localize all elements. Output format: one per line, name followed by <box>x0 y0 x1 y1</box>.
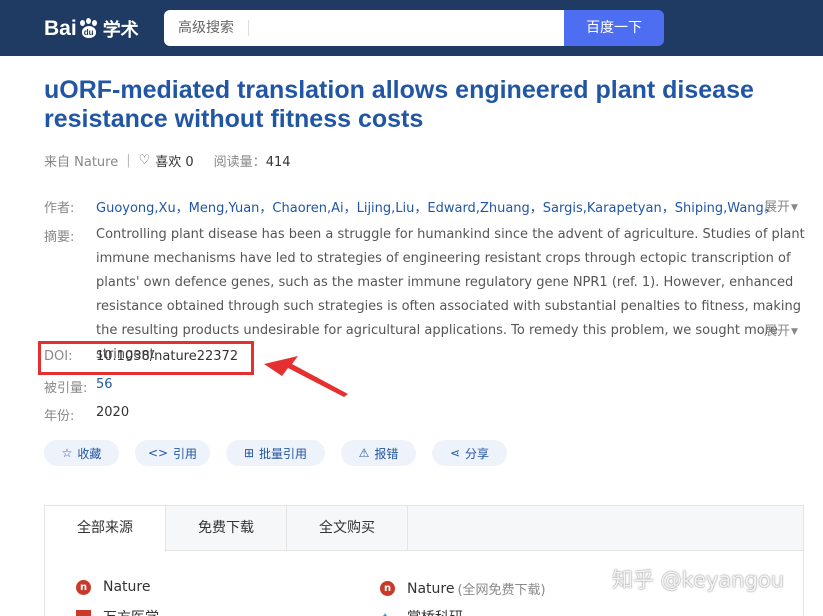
search-button[interactable]: 百度一下 <box>564 10 664 46</box>
search-input[interactable] <box>256 14 556 42</box>
source-item-wanfang[interactable]: 万方医学 <box>76 607 159 616</box>
source-name: Nature <box>103 579 151 595</box>
source-name: 万方医学 <box>103 607 159 616</box>
doi-highlight-box <box>38 341 254 375</box>
share-button[interactable]: ⋖ 分享 <box>432 440 507 466</box>
sources-panel: 全部来源 免费下载 全文购买 n Nature n Nature (全网免费下载… <box>44 505 804 616</box>
year-value: 2020 <box>96 405 130 420</box>
star-icon: ☆ <box>61 446 73 460</box>
paper-meta: 来自 Nature | ♡ 喜欢 0 阅读量：414 <box>44 150 291 170</box>
baidu-scholar-logo[interactable]: Bai du 学术 <box>44 14 139 44</box>
authors-expand-button[interactable]: 展开▼ <box>764 196 798 215</box>
tab-all-sources[interactable]: 全部来源 <box>45 506 166 552</box>
source-item-nature[interactable]: n Nature <box>76 579 150 595</box>
chevron-down-icon: ▼ <box>791 203 798 213</box>
search-divider <box>248 20 249 36</box>
abstract-expand-button[interactable]: 展开▼ <box>764 320 798 339</box>
code-icon: <> <box>147 446 169 460</box>
collect-label: 收藏 <box>77 446 102 461</box>
authors-label: 作者: <box>44 201 75 216</box>
logo-bai-text: Bai <box>44 17 77 40</box>
authors-expand-label: 展开 <box>764 200 791 215</box>
read-count: 阅读量：414 <box>214 151 291 170</box>
meta-divider: | <box>126 152 131 168</box>
authors-list[interactable]: Guoyong,Xu，Meng,Yuan，Chaoren,Ai，Lijing,L… <box>96 197 777 216</box>
tab-buy-fulltext[interactable]: 全文购买 <box>287 506 408 551</box>
heart-icon[interactable]: ♡ <box>139 153 151 168</box>
like-count[interactable]: 喜欢 0 <box>155 151 193 170</box>
read-count-label: 阅读量： <box>213 154 266 170</box>
source-note: (全网免费下载) <box>457 583 546 598</box>
nature-icon: n <box>76 579 91 595</box>
cite-label: 引用 <box>173 446 198 461</box>
year-label: 年份: <box>44 409 75 424</box>
report-label: 报错 <box>374 446 399 461</box>
source-name: 掌桥科研 <box>407 607 463 616</box>
sources-tabs: 全部来源 免费下载 全文购买 <box>45 506 803 552</box>
read-count-value: 414 <box>265 154 291 170</box>
batch-cite-button[interactable]: ⊞ 批量引用 <box>226 440 325 466</box>
search-box: 高级搜索 <box>164 10 564 46</box>
logo-xueshu-text: 学术 <box>102 20 139 41</box>
paw-icon: du <box>78 18 100 40</box>
source-item-nature-free[interactable]: n Nature (全网免费下载) <box>380 579 546 598</box>
chevron-down-icon: ▼ <box>791 327 798 337</box>
logo-du-text: du <box>83 28 94 37</box>
collect-button[interactable]: ☆ 收藏 <box>44 440 119 466</box>
warning-icon: ⚠ <box>358 446 370 460</box>
cite-button[interactable]: <> 引用 <box>135 440 210 466</box>
advanced-search-link[interactable]: 高级搜索 <box>178 10 234 46</box>
source-name: Nature <box>407 580 455 597</box>
batch-cite-label: 批量引用 <box>259 446 308 461</box>
paper-title[interactable]: uORF-mediated translation allows enginee… <box>44 76 804 134</box>
nature-icon: n <box>380 581 395 596</box>
tab-free-download[interactable]: 免费下载 <box>166 506 287 551</box>
zhangqiao-icon: ✦ <box>380 610 395 616</box>
report-error-button[interactable]: ⚠ 报错 <box>341 440 416 466</box>
red-arrow-annotation <box>264 356 348 397</box>
folder-plus-icon: ⊞ <box>243 446 255 460</box>
source-text: 来自 Nature <box>44 154 119 170</box>
abstract-expand-label: 展开 <box>764 324 791 339</box>
source-item-zhangqiao[interactable]: ✦ 掌桥科研 <box>380 607 463 616</box>
abstract-label: 摘要: <box>44 230 75 245</box>
cited-label: 被引量: <box>44 381 88 396</box>
cited-count[interactable]: 56 <box>96 377 113 392</box>
share-icon: ⋖ <box>449 446 461 460</box>
zhihu-watermark: 知乎 @keyangou <box>612 568 785 592</box>
top-bar: Bai du 学术 高级搜索 百度一下 <box>0 0 823 56</box>
share-label: 分享 <box>465 446 490 461</box>
wanfang-icon <box>76 609 91 616</box>
